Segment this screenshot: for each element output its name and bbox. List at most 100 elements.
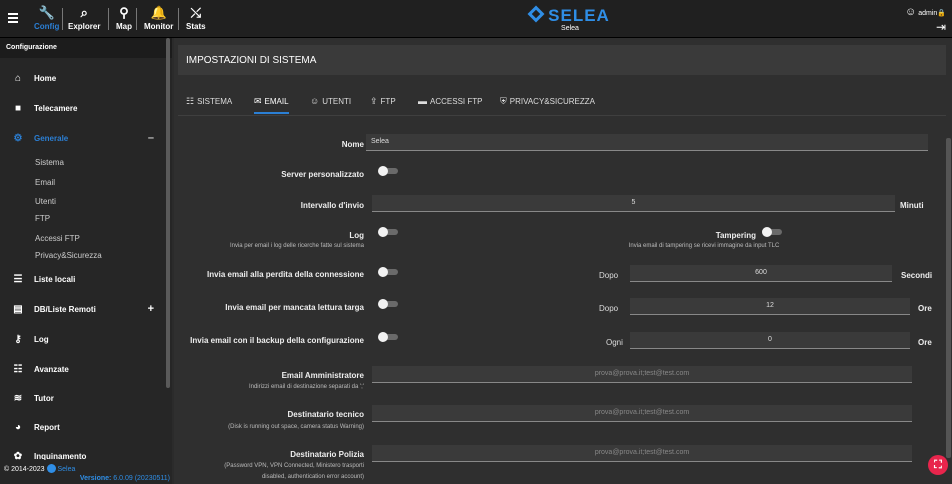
stats-icon: ⤯ [190, 5, 201, 20]
sidebar-subitem-accessi-ftp[interactable]: Accessi FTP [35, 234, 80, 243]
topbar-monitor-button[interactable]: 🔔 Monitor [144, 4, 173, 31]
email-amministratore-input[interactable]: prova@prova.it;test@test.com [372, 366, 912, 383]
selea-logo-icon [527, 5, 545, 23]
mancata-lettura-input[interactable]: 12 [630, 298, 910, 315]
sidebar-item-report[interactable]: ◕ Report [0, 415, 164, 441]
map-pin-icon: ⚲ [119, 5, 129, 20]
divider [136, 8, 137, 30]
upload-icon: ⇪ [370, 96, 378, 106]
tab-sistema[interactable]: ☷ SISTEMA [186, 96, 232, 114]
top-bar: 🔧 Config ⌕ Explorer ⚲ Map 🔔 Monitor ⤯ St… [0, 0, 952, 38]
page-header: IMPOSTAZIONI DI SISTEMA [178, 45, 946, 75]
nome-input[interactable]: Selea [366, 134, 928, 151]
sidebar-item-home[interactable]: ⌂ Home [0, 66, 164, 92]
divider [108, 8, 109, 30]
backup-configurazione-label: Invia email con il backup della configur… [190, 336, 364, 345]
shield-icon: ⛨ [500, 96, 507, 106]
mancata-lettura-label: Invia email per mancata lettura targa [225, 303, 364, 312]
tab-accessi-ftp[interactable]: ▬ ACCESSI FTP [418, 96, 482, 114]
sidebar-item-liste-locali[interactable]: ☰ Liste locali [0, 267, 164, 293]
gear-icon: ⚙ [13, 133, 23, 144]
perdita-connessione-label: Invia email alla perdita della connessio… [207, 270, 364, 279]
topbar-map-button[interactable]: ⚲ Map [116, 4, 132, 31]
intervallo-unit: Minuti [900, 201, 924, 210]
info-icon [46, 464, 56, 473]
user-circle-icon: ☺ [310, 96, 320, 106]
brand-logo: SELEA Selea [500, 5, 640, 32]
topbar-stats-button[interactable]: ⤯ Stats [186, 4, 206, 31]
copyright: © 2014-2023 Selea [4, 464, 76, 473]
user-icon: ☺ [905, 6, 917, 18]
version: Versione: 6.0.09 (20230511) [79, 475, 170, 482]
destinatario-tecnico-input[interactable]: prova@prova.it;test@test.com [372, 405, 912, 422]
tampering-hint: Invia email di tampering se ricevi immag… [628, 243, 780, 249]
destinatario-polizia-input[interactable]: prova@prova.it;test@test.com [372, 445, 912, 462]
perdita-connessione-input[interactable]: 600 [630, 265, 892, 282]
main-scrollbar[interactable] [946, 138, 951, 458]
pie-icon: ◕ [14, 422, 22, 433]
backup-pre: Ogni [606, 338, 623, 347]
intervallo-input[interactable]: 5 [372, 195, 895, 212]
pollution-icon: ✿ [13, 451, 23, 460]
tampering-toggle[interactable] [762, 227, 782, 237]
tab-utenti[interactable]: ☺ UTENTI [310, 96, 351, 114]
envelope-icon: ✉ [254, 96, 262, 106]
collapse-icon[interactable]: – [148, 132, 154, 144]
signal-icon: ≋ [13, 393, 23, 404]
topbar-explorer-button[interactable]: ⌕ Explorer [68, 4, 100, 31]
page-title: IMPOSTAZIONI DI SISTEMA [186, 55, 317, 66]
destinatario-tecnico-hint: (Disk is running out space, camera statu… [228, 424, 364, 430]
username: admin [918, 10, 938, 17]
explorer-icon: ⌕ [80, 5, 88, 20]
sidebar-item-log[interactable]: ⚷ Log [0, 327, 164, 353]
sidebar-subitem-email[interactable]: Email [35, 178, 55, 187]
sidebar-item-tutor[interactable]: ≋ Tutor [0, 386, 164, 412]
server-personalizzato-toggle[interactable] [378, 166, 398, 176]
server-personalizzato-label: Server personalizzato [281, 170, 364, 179]
sidebar-subitem-utenti[interactable]: Utenti [35, 197, 56, 206]
logout-icon[interactable]: ⇥ [905, 20, 946, 34]
divider [62, 8, 63, 30]
destinatario-polizia-hint-2: disabled, authentication error account) [261, 474, 364, 480]
support-button[interactable]: ⛶ [928, 455, 948, 475]
key-icon: ⚷ [14, 334, 22, 345]
sidebar-subitem-sistema[interactable]: Sistema [35, 158, 64, 167]
sidebar-item-inquinamento[interactable]: ✿ Inquinamento [0, 444, 164, 460]
email-amministratore-hint: Indirizzi email di destinazione separati… [248, 384, 364, 390]
backup-configurazione-input[interactable]: 0 [630, 332, 910, 349]
destinatario-polizia-hint: (Password VPN, VPN Connected, Ministero … [224, 463, 364, 469]
expand-icon[interactable]: + [148, 303, 154, 315]
sidebar-subitem-privacy[interactable]: Privacy&Sicurezza [35, 251, 102, 260]
intervallo-label: Intervallo d'invio [300, 201, 364, 210]
perdita-pre: Dopo [599, 271, 619, 280]
sliders-icon: ☷ [186, 96, 195, 106]
backup-configurazione-toggle[interactable] [378, 332, 398, 342]
destinatario-polizia-label: Destinatario Polizia [290, 450, 364, 459]
hamburger-menu-icon[interactable] [8, 13, 18, 23]
tab-privacy-sicurezza[interactable]: ⛨ PRIVACY&SICUREZZA [500, 96, 595, 114]
sliders-icon: ☷ [13, 364, 23, 375]
sidebar-scrollbar[interactable] [166, 38, 170, 388]
sidebar-subitem-ftp[interactable]: FTP [35, 214, 50, 223]
sidebar-item-generale[interactable]: ⚙ Generale – [0, 126, 164, 152]
mancata-lettura-toggle[interactable] [378, 299, 398, 309]
perdita-unit: Secondi [901, 271, 933, 280]
sidebar-footer: © 2014-2023 Selea Versione: 6.0.09 (2023… [0, 460, 172, 484]
perdita-connessione-toggle[interactable] [378, 267, 398, 277]
lettura-unit: Ore [918, 304, 932, 313]
user-lock-icon: 🔒 [937, 10, 946, 17]
support-icon: ⛶ [934, 459, 942, 471]
sidebar-item-avanzate[interactable]: ☷ Avanzate [0, 357, 164, 383]
log-toggle[interactable] [378, 227, 398, 237]
sidebar-item-db-liste-remoti[interactable]: ▤ DB/Liste Remoti + [0, 297, 164, 323]
lettura-pre: Dopo [599, 304, 619, 313]
tab-ftp[interactable]: ⇪ FTP [370, 96, 396, 114]
sidebar-item-telecamere[interactable]: ■ Telecamere [0, 96, 164, 122]
bell-icon: 🔔 [150, 5, 167, 20]
log-hint: Invia per email i log delle ricerche fat… [229, 243, 364, 249]
topbar-config-button[interactable]: 🔧 Config [34, 4, 59, 31]
user-menu[interactable]: ☺ admin🔒 ⇥ [905, 6, 946, 34]
divider [178, 8, 179, 30]
tab-email[interactable]: ✉ EMAIL [254, 96, 289, 114]
sidebar-title: Configurazione [0, 38, 172, 58]
